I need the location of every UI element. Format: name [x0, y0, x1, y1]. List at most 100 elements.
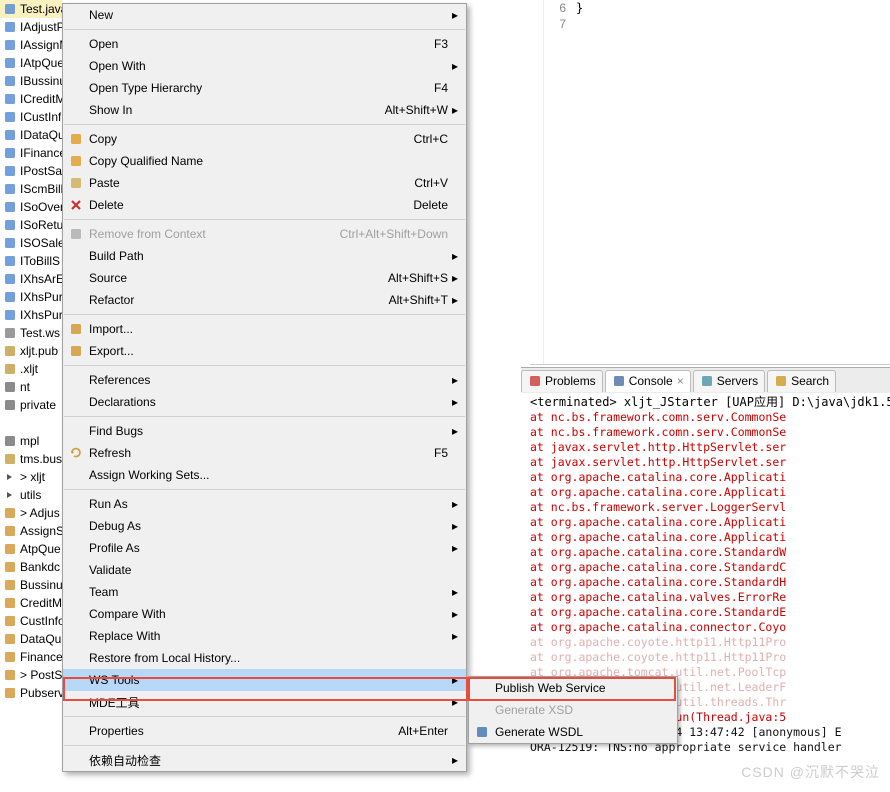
- tree-item[interactable]: PubserviceForDBImpl RequiresNew.java: [0, 684, 62, 702]
- menu-item-validate[interactable]: Validate: [63, 559, 466, 581]
- tree-item[interactable]: private: [0, 396, 62, 414]
- menu-item-open-type-hierarchy[interactable]: Open Type HierarchyF4: [63, 77, 466, 99]
- tree-item[interactable]: Bankdc: [0, 558, 62, 576]
- menu-item-replace-with[interactable]: Replace With▸: [63, 625, 466, 647]
- menu-item-debug-as[interactable]: Debug As▸: [63, 515, 466, 537]
- tree-item[interactable]: ICustInf: [0, 108, 62, 126]
- menu-item-copy-qualified-name[interactable]: Copy Qualified Name: [63, 150, 466, 172]
- java-icon: [2, 271, 18, 287]
- tree-item[interactable]: IAssignM: [0, 36, 62, 54]
- tree-item-label: IDataQu: [20, 128, 62, 142]
- menu-item-show-in[interactable]: Show InAlt+Shift+W▸: [63, 99, 466, 121]
- tree-item[interactable]: IAtpQue: [0, 54, 62, 72]
- tree-item[interactable]: tms.busi: [0, 450, 62, 468]
- tab-search[interactable]: Search: [767, 370, 836, 392]
- servers-icon: [700, 374, 714, 388]
- menu-item-references[interactable]: References▸: [63, 369, 466, 391]
- tree-item[interactable]: Test.java: [0, 0, 62, 18]
- menu-item-new[interactable]: New▸: [63, 4, 466, 26]
- console-line: at org.apache.coyote.http11.Http11Pro: [530, 650, 890, 665]
- menu-item-export-[interactable]: Export...: [63, 340, 466, 362]
- tree-item[interactable]: ISOSale: [0, 234, 62, 252]
- tree-item[interactable]: IPostSal: [0, 162, 62, 180]
- tree-item[interactable]: CreditM: [0, 594, 62, 612]
- tree-item[interactable]: > PostS: [0, 666, 62, 684]
- menu-item-find-bugs[interactable]: Find Bugs▸: [63, 420, 466, 442]
- menu-shortcut: F3: [434, 37, 448, 51]
- delete-icon: [63, 198, 89, 212]
- submenu-item-label: Publish Web Service: [495, 681, 669, 695]
- close-icon[interactable]: ×: [677, 374, 684, 388]
- tab-problems[interactable]: Problems: [521, 370, 603, 392]
- tree-item[interactable]: Bussinu: [0, 576, 62, 594]
- menu-item-source[interactable]: SourceAlt+Shift+S▸: [63, 267, 466, 289]
- tab-console[interactable]: Console ×: [605, 370, 691, 392]
- tree-item[interactable]: xljt.pub: [0, 342, 62, 360]
- tab-servers[interactable]: Servers: [693, 370, 765, 392]
- submenu-item-generate-wsdl[interactable]: Generate WSDL: [469, 721, 677, 743]
- menu-item-run-as[interactable]: Run As▸: [63, 493, 466, 515]
- tree-item[interactable]: IXhsArE: [0, 270, 62, 288]
- menu-item-import-[interactable]: Import...: [63, 318, 466, 340]
- tree-item[interactable]: IScmBillS: [0, 180, 62, 198]
- tree-item[interactable]: ISoOver: [0, 198, 62, 216]
- tree-item[interactable]: IAdjustP: [0, 18, 62, 36]
- menu-item-mde-[interactable]: MDE工具▸: [63, 691, 466, 713]
- tree-item[interactable]: IBussinu: [0, 72, 62, 90]
- menu-item-restore-from-local-history-[interactable]: Restore from Local History...: [63, 647, 466, 669]
- menu-item-paste[interactable]: PasteCtrl+V: [63, 172, 466, 194]
- tree-item[interactable]: IXhsPur: [0, 288, 62, 306]
- menu-item-open[interactable]: OpenF3: [63, 33, 466, 55]
- tree-item[interactable]: .xljt: [0, 360, 62, 378]
- menu-item-assign-working-sets-[interactable]: Assign Working Sets...: [63, 464, 466, 486]
- tree-item[interactable]: IXhsPur: [0, 306, 62, 324]
- code-line[interactable]: [576, 16, 583, 32]
- menu-item-label: Delete: [89, 198, 403, 212]
- tree-item[interactable]: IFinance: [0, 144, 62, 162]
- menu-item-copy[interactable]: CopyCtrl+C: [63, 128, 466, 150]
- menu-item-properties[interactable]: PropertiesAlt+Enter: [63, 720, 466, 742]
- tree-item[interactable]: Finance: [0, 648, 62, 666]
- jsp-icon: [2, 613, 18, 629]
- menu-item--[interactable]: 依赖自动检查▸: [63, 749, 466, 771]
- tab-label: Console: [629, 374, 673, 388]
- menu-item-delete[interactable]: Delete Delete: [63, 194, 466, 216]
- menu-item-compare-with[interactable]: Compare With▸: [63, 603, 466, 625]
- menu-item-label: WS Tools: [89, 673, 448, 687]
- menu-item-build-path[interactable]: Build Path▸: [63, 245, 466, 267]
- project-tree[interactable]: Test.javaIAdjustPIAssignMIAtpQue IBussinu…: [0, 0, 62, 792]
- tree-item[interactable]: > Adjus: [0, 504, 62, 522]
- tree-item-label: Bankdc: [20, 560, 60, 574]
- menu-item-profile-as[interactable]: Profile As▸: [63, 537, 466, 559]
- copy-icon: [63, 132, 89, 146]
- menu-item-team[interactable]: Team▸: [63, 581, 466, 603]
- tree-item[interactable]: IDataQu: [0, 126, 62, 144]
- menu-item-ws-tools[interactable]: WS Tools▸: [63, 669, 466, 691]
- java-icon: [2, 217, 18, 233]
- tree-item[interactable]: Test.ws: [0, 324, 62, 342]
- code-line[interactable]: }: [576, 0, 583, 16]
- code-editor[interactable]: 67 }: [530, 0, 890, 365]
- console-line: at org.apache.catalina.core.Applicati: [530, 515, 890, 530]
- menu-item-refresh[interactable]: RefreshF5: [63, 442, 466, 464]
- tree-item[interactable]: [0, 414, 62, 432]
- tree-item[interactable]: > xljt: [0, 468, 62, 486]
- menu-item-refactor[interactable]: RefactorAlt+Shift+T▸: [63, 289, 466, 311]
- menu-shortcut: Delete: [413, 198, 448, 212]
- submenu-item-publish-web-service[interactable]: Publish Web Service: [469, 677, 677, 699]
- tree-item[interactable]: AtpQue: [0, 540, 62, 558]
- menu-shortcut: Alt+Enter: [398, 724, 448, 738]
- tree-item[interactable]: IToBillS: [0, 252, 62, 270]
- tree-item[interactable]: AssignS: [0, 522, 62, 540]
- tree-item[interactable]: nt: [0, 378, 62, 396]
- tree-item[interactable]: utils: [0, 486, 62, 504]
- tree-item-label: IScmBillS: [20, 182, 62, 196]
- menu-item-declarations[interactable]: Declarations▸: [63, 391, 466, 413]
- tree-item-label: IBussinu: [20, 74, 62, 88]
- menu-item-open-with[interactable]: Open With▸: [63, 55, 466, 77]
- tree-item[interactable]: ISoRetu: [0, 216, 62, 234]
- tree-item[interactable]: mpl: [0, 432, 62, 450]
- tree-item[interactable]: DataQu: [0, 630, 62, 648]
- tree-item[interactable]: CustInfo: [0, 612, 62, 630]
- tree-item[interactable]: ICreditM: [0, 90, 62, 108]
